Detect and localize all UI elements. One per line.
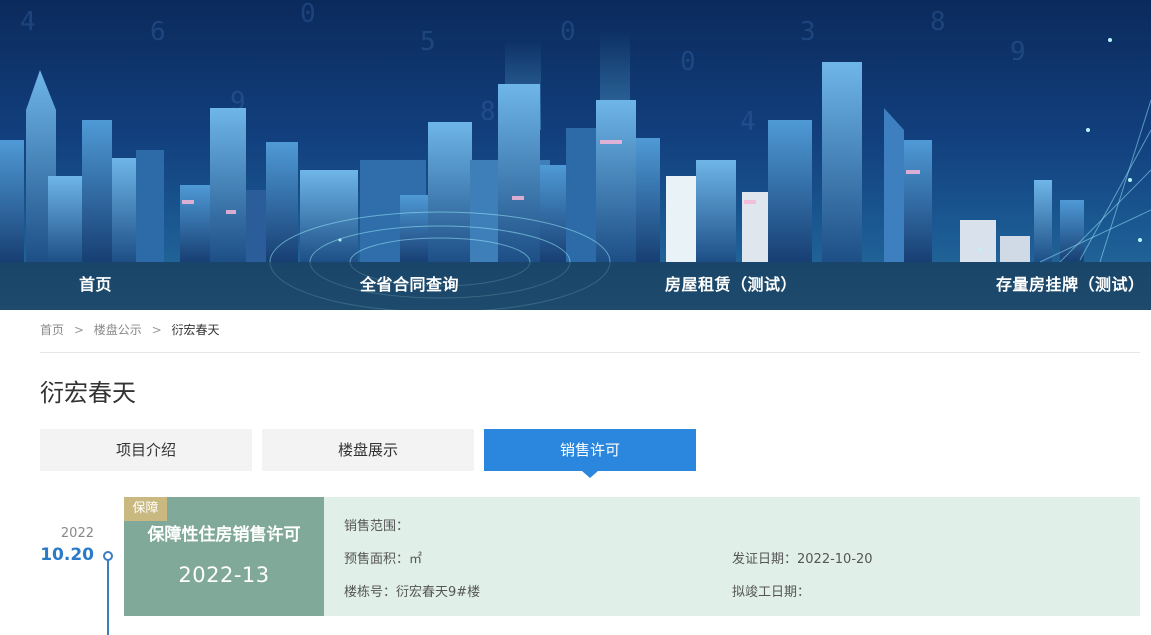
breadcrumb: 首页 > 楼盘公示 > 衍宏春天	[40, 321, 219, 341]
tab-sales-permit[interactable]: 销售许可	[484, 429, 696, 471]
tab-project-intro[interactable]: 项目介绍	[40, 429, 252, 471]
issue-date-value: 2022-10-20	[797, 552, 873, 567]
presale-area-value: ㎡	[409, 552, 423, 567]
presale-area-field: 预售面积：㎡	[344, 548, 422, 567]
svg-text:9: 9	[1010, 37, 1026, 67]
svg-text:0: 0	[680, 47, 696, 77]
svg-text:3: 3	[800, 17, 816, 47]
presale-area-label: 预售面积：	[344, 552, 410, 567]
sales-scope-field: 销售范围：	[344, 515, 409, 534]
building-value: 衍宏春天9#楼	[396, 585, 481, 600]
permit-type-badge: 保障	[124, 497, 167, 521]
svg-text:6: 6	[150, 17, 166, 47]
completion-date-field: 拟竣工日期：	[732, 581, 810, 600]
page-title: 衍宏春天	[40, 379, 136, 407]
svg-text:8: 8	[930, 7, 946, 37]
timeline-date: 10.20	[40, 545, 94, 565]
completion-date-label: 拟竣工日期：	[732, 585, 811, 600]
timeline-year: 2022	[60, 526, 94, 541]
building-field: 楼栋号：衍宏春天9#楼	[344, 581, 480, 600]
timeline-line	[107, 558, 109, 635]
breadcrumb-separator: >	[73, 322, 84, 337]
permit-number: 2022-13	[178, 563, 270, 587]
nav-contract-query[interactable]: 全省合同查询	[360, 262, 459, 310]
permit-name: 保障性住房销售许可	[147, 525, 301, 545]
main-nav: 首页 全省合同查询 房屋租赁（测试） 存量房挂牌（测试）	[0, 262, 1151, 310]
svg-text:0: 0	[560, 17, 576, 47]
tab-property-display[interactable]: 楼盘展示	[262, 429, 474, 471]
breadcrumb-separator: >	[151, 322, 162, 337]
building-label: 楼栋号：	[344, 585, 397, 600]
issue-date-field: 发证日期：2022-10-20	[732, 548, 873, 567]
breadcrumb-home[interactable]: 首页	[40, 321, 64, 338]
nav-home[interactable]: 首页	[79, 262, 112, 310]
svg-text:0: 0	[300, 0, 316, 29]
timeline-dot	[103, 551, 113, 561]
sales-scope-label: 销售范围：	[344, 519, 410, 534]
svg-text:4: 4	[740, 107, 756, 137]
breadcrumb-section[interactable]: 楼盘公示	[94, 321, 142, 338]
svg-text:5: 5	[420, 27, 436, 57]
breadcrumb-current: 衍宏春天	[171, 323, 220, 337]
header-banner: 460 500 389 984 首页 全省合同查询 房屋租赁（测试） 存量房挂牌…	[0, 0, 1151, 310]
issue-date-label: 发证日期：	[732, 552, 798, 567]
svg-text:4: 4	[20, 7, 36, 37]
nav-house-rental[interactable]: 房屋租赁（测试）	[665, 262, 797, 310]
svg-text:8: 8	[480, 97, 496, 127]
active-tab-indicator	[582, 471, 598, 478]
divider	[40, 352, 1140, 353]
nav-listing[interactable]: 存量房挂牌（测试）	[996, 262, 1145, 310]
